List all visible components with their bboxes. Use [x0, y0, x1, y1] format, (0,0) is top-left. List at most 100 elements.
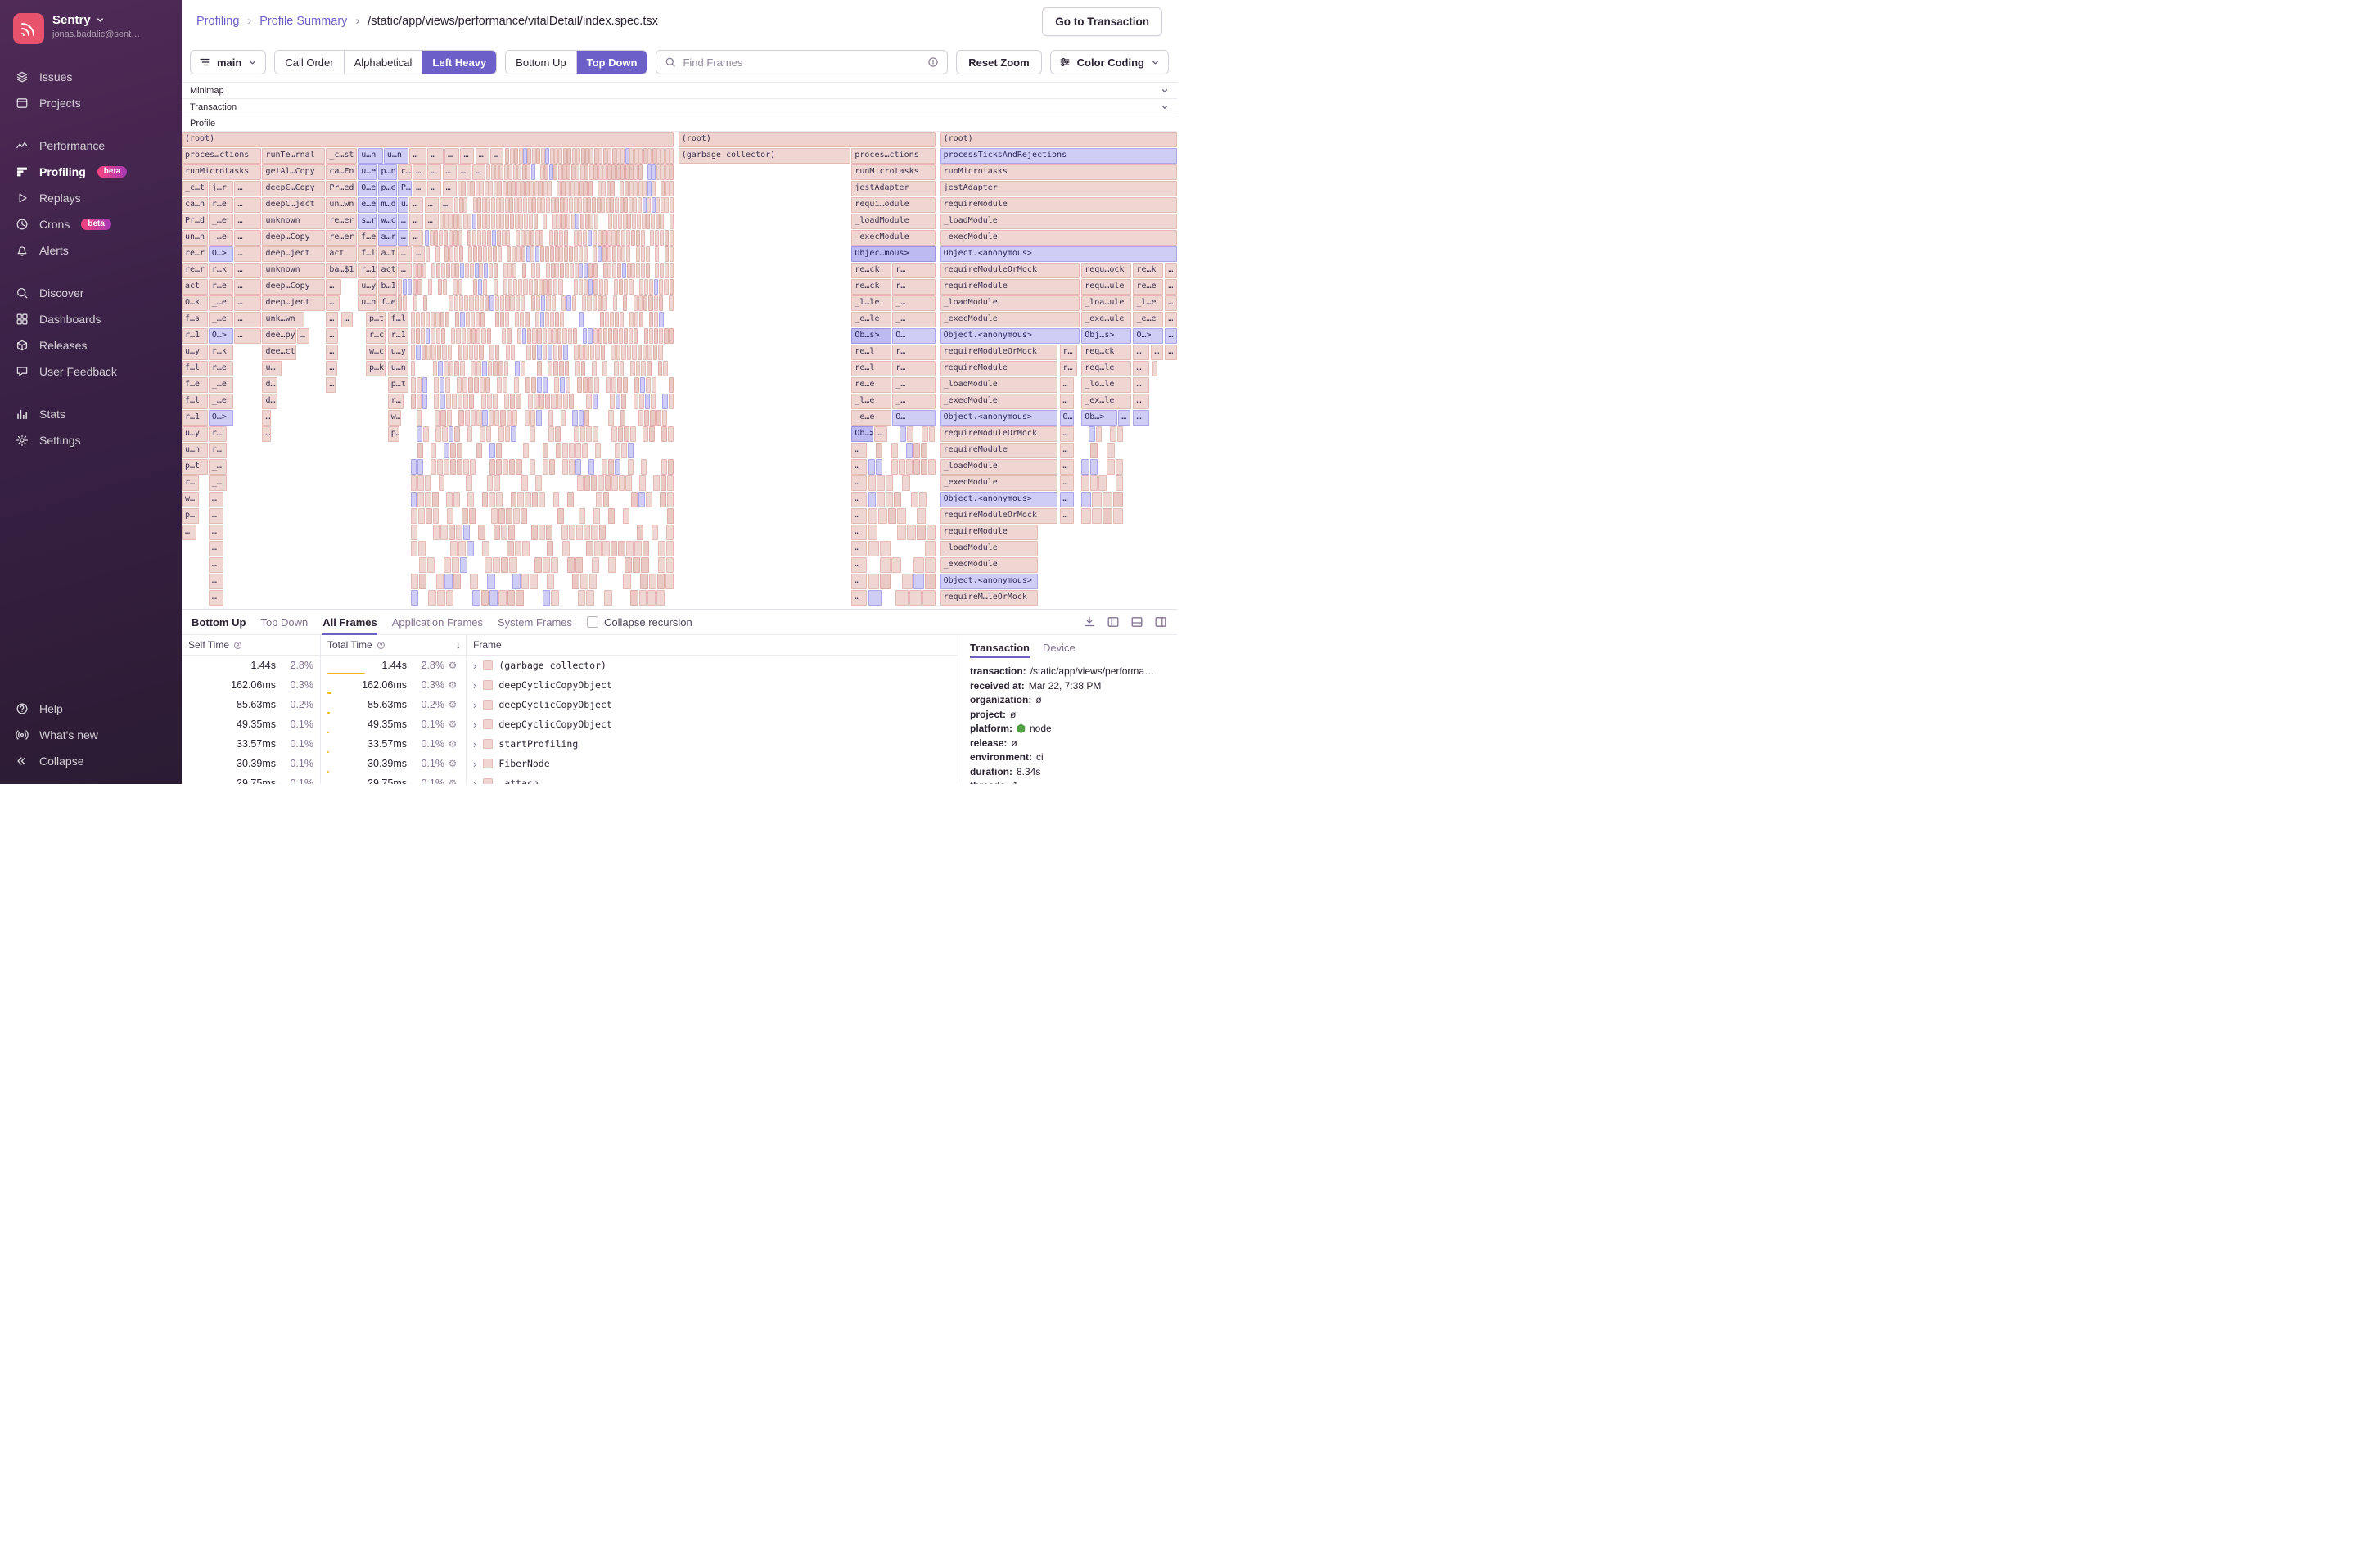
flame-frame-small[interactable]: [558, 148, 562, 164]
flame-frame-small[interactable]: [449, 426, 454, 442]
flame-frame-small[interactable]: [539, 492, 545, 507]
flame-frame-small[interactable]: [537, 328, 541, 344]
flame-frame-small[interactable]: [570, 263, 574, 278]
flame-frame-small[interactable]: [573, 328, 577, 344]
flame-frame-small[interactable]: [475, 295, 479, 311]
flame-frame[interactable]: e…e: [358, 197, 377, 213]
flame-frame-small[interactable]: [670, 214, 674, 229]
flame-frame-small[interactable]: [599, 525, 606, 540]
flame-frame-small[interactable]: [580, 426, 586, 442]
flame-frame-small[interactable]: [565, 361, 570, 376]
flame-frame-small[interactable]: [531, 525, 538, 540]
flame-frame-small[interactable]: [468, 246, 472, 262]
flame-frame-small[interactable]: [612, 148, 616, 164]
flame-frame[interactable]: _…: [892, 312, 935, 327]
flame-frame[interactable]: …: [209, 574, 223, 589]
flame-frame-small[interactable]: [581, 148, 585, 164]
flame-frame-small[interactable]: [616, 164, 620, 180]
flame-frame-small[interactable]: [588, 279, 593, 295]
flame-frame-small[interactable]: [417, 426, 422, 442]
flame-frame-small[interactable]: [624, 279, 628, 295]
flame-frame-small[interactable]: [496, 197, 500, 213]
flame-frame-small[interactable]: [610, 197, 614, 213]
flame-frame[interactable]: re…e: [851, 377, 891, 393]
flame-frame-small[interactable]: [613, 328, 617, 344]
flame-frame-small[interactable]: [620, 410, 625, 426]
flame-frame-small[interactable]: [638, 181, 643, 196]
flame-frame[interactable]: deep…ject: [262, 295, 325, 311]
flame-frame-small[interactable]: [517, 492, 524, 507]
flame-frame-small[interactable]: [444, 557, 451, 573]
flame-frame-small[interactable]: [444, 214, 449, 229]
flame-frame-small[interactable]: [431, 312, 435, 327]
flame-frame[interactable]: …: [209, 525, 223, 540]
flame-frame[interactable]: …: [1165, 345, 1177, 360]
flame-frame-small[interactable]: [564, 197, 568, 213]
flame-frame-small[interactable]: [667, 475, 674, 491]
flame-frame-small[interactable]: [615, 459, 620, 475]
flame-frame-small[interactable]: [483, 279, 487, 295]
flame-frame[interactable]: getAl…Copy: [262, 164, 325, 180]
expand-chevron-icon[interactable]: ›: [473, 660, 476, 672]
flame-frame-small[interactable]: [624, 328, 628, 344]
flame-frame-small[interactable]: [619, 475, 625, 491]
flame-frame-small[interactable]: [489, 443, 495, 458]
flame-frame-small[interactable]: [486, 426, 492, 442]
flame-frame-small[interactable]: [525, 492, 531, 507]
flame-frame-small[interactable]: [868, 492, 876, 507]
flame-frame[interactable]: dee…ct: [262, 345, 295, 360]
flame-frame[interactable]: _execModule: [940, 394, 1057, 409]
flame-frame-small[interactable]: [441, 263, 445, 278]
flame-frame-small[interactable]: [411, 459, 417, 475]
sentry-logo-icon[interactable]: [13, 13, 44, 44]
flame-frame-small[interactable]: [660, 214, 664, 229]
flame-frame[interactable]: w…c: [378, 214, 397, 229]
flame-frame[interactable]: re…ck: [851, 263, 891, 278]
flame-frame-small[interactable]: [656, 197, 660, 213]
flame-frame-small[interactable]: [616, 345, 620, 360]
flame-frame-small[interactable]: [526, 345, 530, 360]
flame-frame-small[interactable]: [442, 426, 448, 442]
flame-frame-small[interactable]: [529, 214, 533, 229]
flame-frame[interactable]: …: [182, 525, 196, 540]
flame-frame[interactable]: r…: [892, 361, 935, 376]
flame-frame-small[interactable]: [620, 148, 625, 164]
flame-frame-small[interactable]: [458, 541, 466, 556]
flame-frame-small[interactable]: [467, 426, 473, 442]
flame-frame-small[interactable]: [577, 377, 582, 393]
flame-frame-small[interactable]: [427, 557, 435, 573]
flame-frame-small[interactable]: [418, 541, 426, 556]
flame-frame-small[interactable]: [569, 246, 573, 262]
flame-frame-small[interactable]: [670, 246, 674, 262]
flame-frame-small[interactable]: [603, 263, 607, 278]
flame-frame-small[interactable]: [539, 525, 545, 540]
flame-frame-small[interactable]: [452, 394, 457, 409]
details-tab-transaction[interactable]: Transaction: [970, 642, 1030, 658]
flame-frame-small[interactable]: [655, 263, 659, 278]
flame-frame-small[interactable]: [419, 574, 426, 589]
flame-frame[interactable]: u…y: [388, 345, 409, 360]
flame-frame-small[interactable]: [500, 410, 505, 426]
flame-frame-small[interactable]: [928, 459, 935, 475]
flame-frame-small[interactable]: [578, 590, 586, 606]
flame-frame-small[interactable]: [628, 443, 634, 458]
flame-frame[interactable]: …: [1060, 459, 1074, 475]
flame-frame-small[interactable]: [498, 361, 503, 376]
flame-frame[interactable]: requ…ule: [1081, 279, 1131, 295]
flame-frame-small[interactable]: [473, 279, 477, 295]
flame-frame-small[interactable]: [593, 328, 598, 344]
flame-frame-small[interactable]: [589, 164, 593, 180]
flame-frame-small[interactable]: [877, 492, 884, 507]
flame-frame-small[interactable]: [563, 394, 568, 409]
flame-frame-small[interactable]: [471, 328, 476, 344]
flame-frame[interactable]: Object.<anonymous>: [940, 574, 1038, 589]
flame-frame[interactable]: …: [209, 541, 223, 556]
flame-frame-small[interactable]: [539, 394, 544, 409]
flame-frame-small[interactable]: [643, 426, 648, 442]
flame-frame-small[interactable]: [649, 574, 656, 589]
flame-frame-small[interactable]: [495, 345, 499, 360]
flame-frame-small[interactable]: [584, 345, 588, 360]
flame-frame-small[interactable]: [665, 197, 669, 213]
flame-frame-small[interactable]: [593, 508, 600, 524]
flame-frame-small[interactable]: [495, 164, 499, 180]
